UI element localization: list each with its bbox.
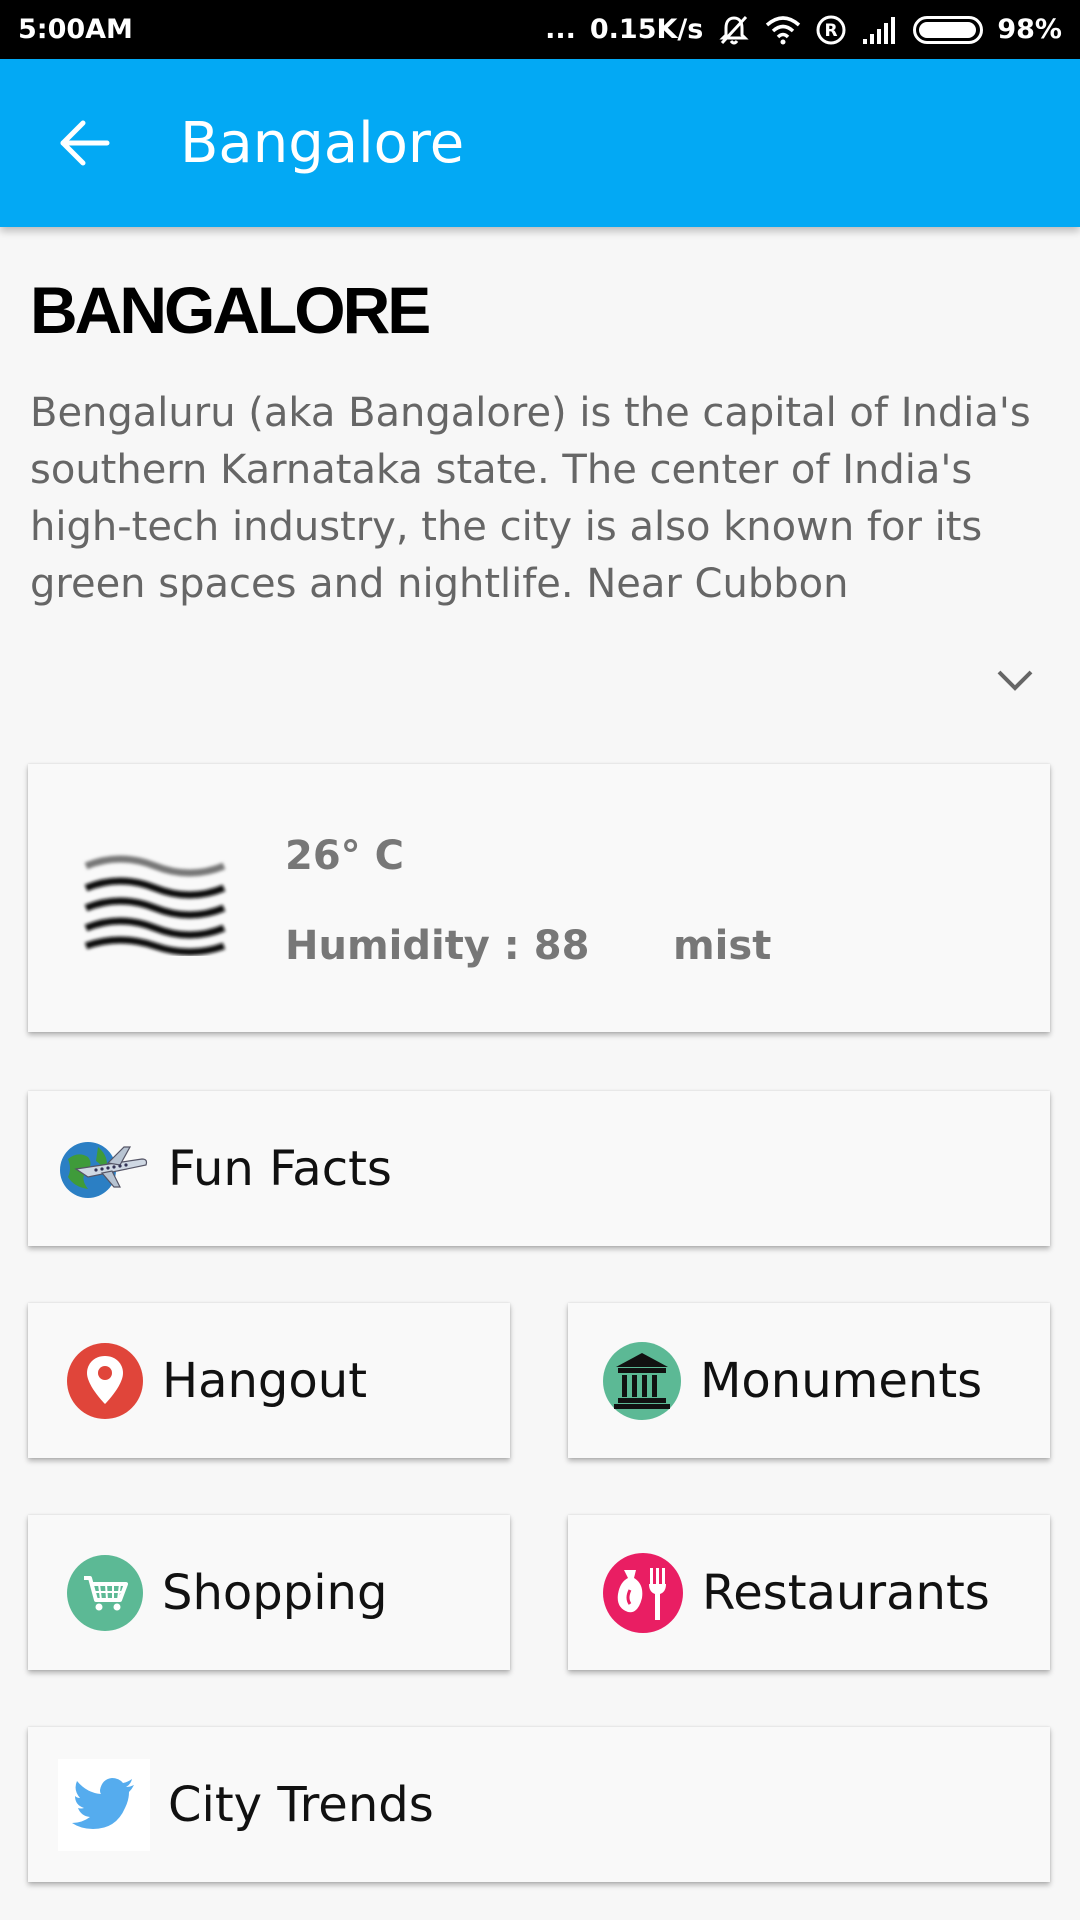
chevron-down-icon [997, 670, 1033, 691]
mute-bell-icon [717, 13, 751, 47]
monuments-label: Monuments [700, 1352, 983, 1409]
restaurants-label: Restaurants [702, 1564, 990, 1621]
app-bar-title: Bangalore [180, 110, 465, 176]
shopping-cart-icon [66, 1554, 144, 1632]
shopping-label: Shopping [162, 1564, 388, 1621]
roaming-icon: R [815, 14, 847, 46]
shopping-button[interactable]: Shopping [28, 1515, 510, 1670]
fun-facts-button[interactable]: Fun Facts [28, 1091, 1050, 1246]
twitter-icon [58, 1758, 150, 1851]
city-description: Bengaluru (aka Bangalore) is the capital… [30, 390, 1031, 607]
expand-description-button[interactable] [990, 660, 1040, 700]
weather-card [28, 764, 1050, 1032]
back-button[interactable] [40, 98, 130, 188]
more-dots: ... [545, 14, 576, 45]
arrow-back-icon [60, 120, 110, 166]
weather-temperature: 26° C [285, 833, 404, 879]
battery-icon [913, 15, 984, 44]
wifi-icon [765, 15, 801, 45]
restaurant-icon [602, 1552, 684, 1634]
monuments-button[interactable]: Monuments [568, 1303, 1050, 1458]
status-time: 5:00AM [18, 14, 133, 45]
weather-condition: mist [673, 923, 772, 969]
signal-icon [861, 15, 899, 45]
city-trends-button[interactable]: City Trends [28, 1727, 1050, 1882]
fun-facts-label: Fun Facts [168, 1140, 392, 1197]
globe-airplane-icon [58, 1139, 150, 1199]
status-bar: 5:00AM ... 0.15K/s R 98% [0, 0, 1080, 59]
restaurants-button[interactable]: Restaurants [568, 1515, 1050, 1670]
network-speed: 0.15K/s [589, 14, 704, 45]
app-bar: Bangalore [0, 59, 1080, 227]
city-trends-label: City Trends [168, 1776, 434, 1833]
status-icons: ... 0.15K/s R 98% [545, 13, 1062, 47]
monument-icon [602, 1341, 682, 1421]
battery-percent: 98% [997, 14, 1062, 45]
weather-humidity: Humidity : 88 [285, 923, 590, 969]
svg-text:R: R [825, 21, 838, 41]
city-heading: BANGALORE [30, 273, 431, 347]
hangout-label: Hangout [162, 1352, 368, 1409]
mist-icon [80, 846, 230, 961]
hangout-button[interactable]: Hangout [28, 1303, 510, 1458]
map-pin-icon [66, 1342, 144, 1420]
